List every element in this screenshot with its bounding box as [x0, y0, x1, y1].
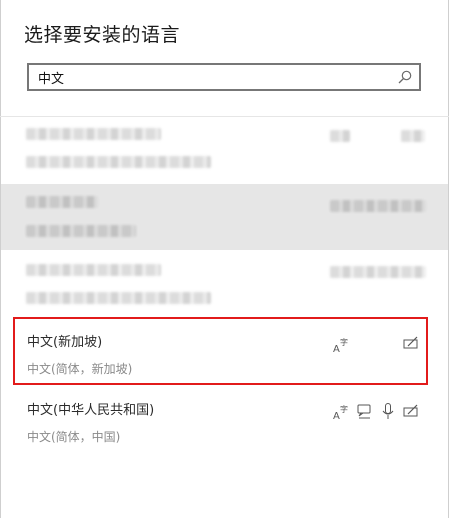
- svg-text:A: A: [333, 411, 340, 421]
- list-divider: [0, 116, 449, 117]
- svg-text:字: 字: [340, 404, 348, 414]
- highlight-outline: [13, 317, 428, 385]
- language-native-name: 中文(简体，中国): [27, 430, 121, 444]
- obscured-text: [26, 156, 211, 168]
- language-list-item-obscured[interactable]: [1, 252, 448, 314]
- speech-icon: [355, 402, 373, 420]
- obscured-text: [26, 196, 98, 208]
- microphone-icon: [379, 402, 397, 420]
- obscured-text: [26, 264, 161, 276]
- search-icon[interactable]: [397, 69, 413, 85]
- obscured-text: [26, 292, 211, 304]
- obscured-feature-icons: [330, 200, 426, 212]
- obscured-feature-icon: [330, 130, 350, 142]
- text-to-speech-icon: A 字: [332, 403, 350, 421]
- search-box[interactable]: [27, 63, 421, 91]
- language-name: 中文(中华人民共和国): [27, 403, 155, 418]
- obscured-text: [26, 128, 161, 140]
- search-input[interactable]: [38, 68, 388, 86]
- install-language-dialog: 选择要安装的语言 中文(新加坡) 中文(简体，新加坡): [0, 0, 449, 518]
- handwriting-icon: [402, 402, 420, 420]
- language-list-item-obscured[interactable]: [1, 118, 448, 182]
- language-list-item-zh-cn[interactable]: 中文(中华人民共和国) 中文(简体，中国) A 字: [1, 386, 448, 452]
- obscured-text: [26, 225, 136, 237]
- language-list-item-obscured-hover[interactable]: [1, 184, 448, 250]
- obscured-feature-icons: [330, 266, 426, 278]
- obscured-feature-icon: [401, 130, 425, 142]
- dialog-title: 选择要安装的语言: [24, 24, 181, 46]
